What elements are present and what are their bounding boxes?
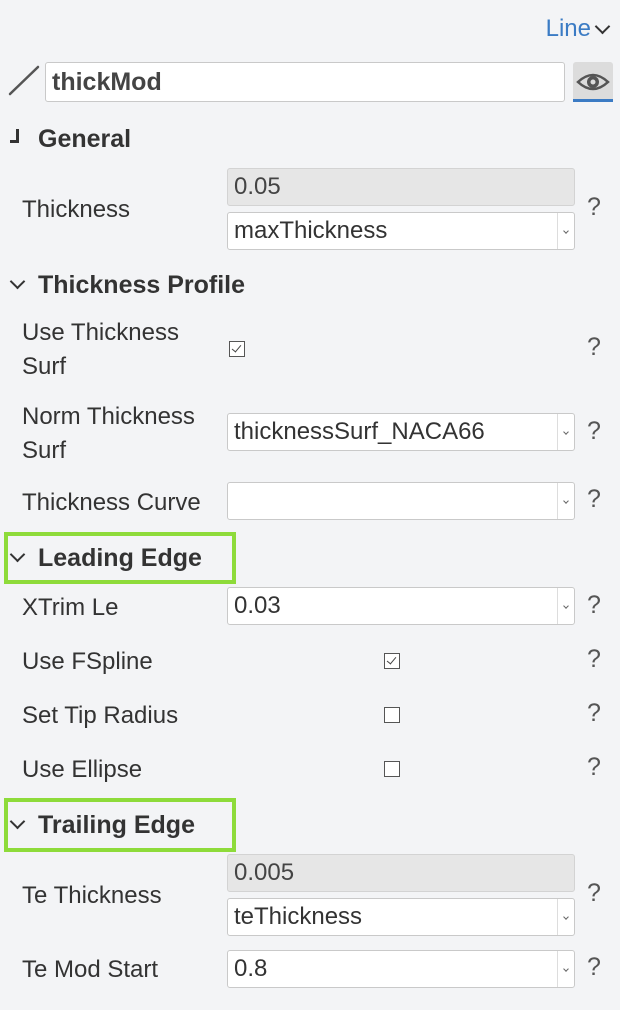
use-fspline-checkbox[interactable] bbox=[384, 653, 400, 669]
thickness-curve-help-button[interactable]: ? bbox=[587, 484, 607, 514]
xtrim-le-label: XTrim Le bbox=[22, 594, 119, 621]
thickness-help-button[interactable]: ? bbox=[587, 192, 607, 222]
te-thickness-param-combo[interactable]: teThickness bbox=[227, 898, 575, 936]
section-leading-edge-title: Leading Edge bbox=[38, 543, 202, 572]
type-label: Line bbox=[545, 15, 591, 42]
use-fspline-label: Use FSpline bbox=[22, 648, 153, 675]
te-mod-start-help-button[interactable]: ? bbox=[587, 952, 607, 982]
dropdown-arrow-icon[interactable] bbox=[557, 899, 574, 935]
te-mod-start-label: Te Mod Start bbox=[22, 956, 159, 983]
collapse-icon bbox=[8, 129, 28, 149]
xtrim-le-help-button[interactable]: ? bbox=[587, 590, 607, 620]
section-thickness-profile-title: Thickness Profile bbox=[38, 270, 246, 299]
visibility-active-indicator bbox=[573, 99, 613, 102]
set-tip-radius-help-button[interactable]: ? bbox=[587, 698, 607, 728]
dropdown-arrow-icon[interactable] bbox=[557, 588, 574, 624]
norm-thickness-surf-label: Norm Thickness Surf bbox=[22, 403, 195, 464]
type-selector[interactable]: Line bbox=[545, 14, 611, 44]
chevron-down-icon bbox=[594, 18, 611, 34]
section-trailing-edge-title: Trailing Edge bbox=[38, 810, 195, 839]
te-mod-start-combo[interactable]: 0.8 bbox=[227, 950, 575, 988]
dropdown-arrow-icon[interactable] bbox=[557, 213, 574, 249]
dropdown-arrow-icon[interactable] bbox=[557, 414, 574, 450]
thickness-curve-combo[interactable] bbox=[227, 482, 575, 520]
line-icon bbox=[8, 65, 40, 96]
section-thickness-profile-header[interactable]: Thickness Profile bbox=[8, 265, 245, 305]
use-thickness-surf-checkbox[interactable] bbox=[229, 341, 245, 357]
use-ellipse-checkbox[interactable] bbox=[384, 761, 400, 777]
te-thickness-label: Te Thickness bbox=[22, 882, 162, 909]
norm-thickness-surf-value: thicknessSurf_NACA66 bbox=[234, 418, 485, 445]
section-general-title: General bbox=[38, 124, 132, 153]
chevron-down-icon bbox=[8, 275, 28, 295]
use-thickness-surf-label: Use Thickness Surf bbox=[22, 319, 179, 380]
set-tip-radius-label: Set Tip Radius bbox=[22, 702, 179, 729]
thickness-value-field: 0.05 bbox=[227, 168, 575, 206]
thickness-label: Thickness bbox=[22, 196, 131, 223]
object-name-input[interactable]: thickMod bbox=[45, 62, 565, 102]
set-tip-radius-checkbox[interactable] bbox=[384, 707, 400, 723]
norm-thickness-surf-combo[interactable]: thicknessSurf_NACA66 bbox=[227, 413, 575, 451]
dropdown-arrow-icon[interactable] bbox=[557, 483, 574, 519]
section-general-header[interactable]: General bbox=[8, 119, 131, 159]
chevron-down-icon bbox=[8, 815, 28, 835]
chevron-down-icon bbox=[8, 548, 28, 568]
te-mod-start-value: 0.8 bbox=[234, 955, 268, 982]
te-thickness-value-field: 0.005 bbox=[227, 854, 575, 892]
section-trailing-edge-header[interactable]: Trailing Edge bbox=[8, 805, 195, 845]
visibility-toggle-button[interactable] bbox=[573, 62, 613, 102]
te-thickness-help-button[interactable]: ? bbox=[587, 878, 607, 908]
xtrim-le-value: 0.03 bbox=[234, 592, 281, 619]
use-thickness-surf-help-button[interactable]: ? bbox=[587, 332, 607, 362]
use-ellipse-label: Use Ellipse bbox=[22, 756, 143, 783]
section-leading-edge-header[interactable]: Leading Edge bbox=[8, 538, 202, 578]
te-thickness-param-value: teThickness bbox=[234, 903, 363, 930]
norm-thickness-surf-help-button[interactable]: ? bbox=[587, 416, 607, 446]
dropdown-arrow-icon[interactable] bbox=[557, 951, 574, 987]
thickness-param-combo[interactable]: maxThickness bbox=[227, 212, 575, 250]
thickness-curve-label: Thickness Curve bbox=[22, 489, 201, 516]
use-fspline-help-button[interactable]: ? bbox=[587, 644, 607, 674]
use-ellipse-help-button[interactable]: ? bbox=[587, 752, 607, 782]
xtrim-le-combo[interactable]: 0.03 bbox=[227, 587, 575, 625]
eye-icon bbox=[576, 73, 610, 91]
thickness-param-value: maxThickness bbox=[234, 217, 388, 244]
